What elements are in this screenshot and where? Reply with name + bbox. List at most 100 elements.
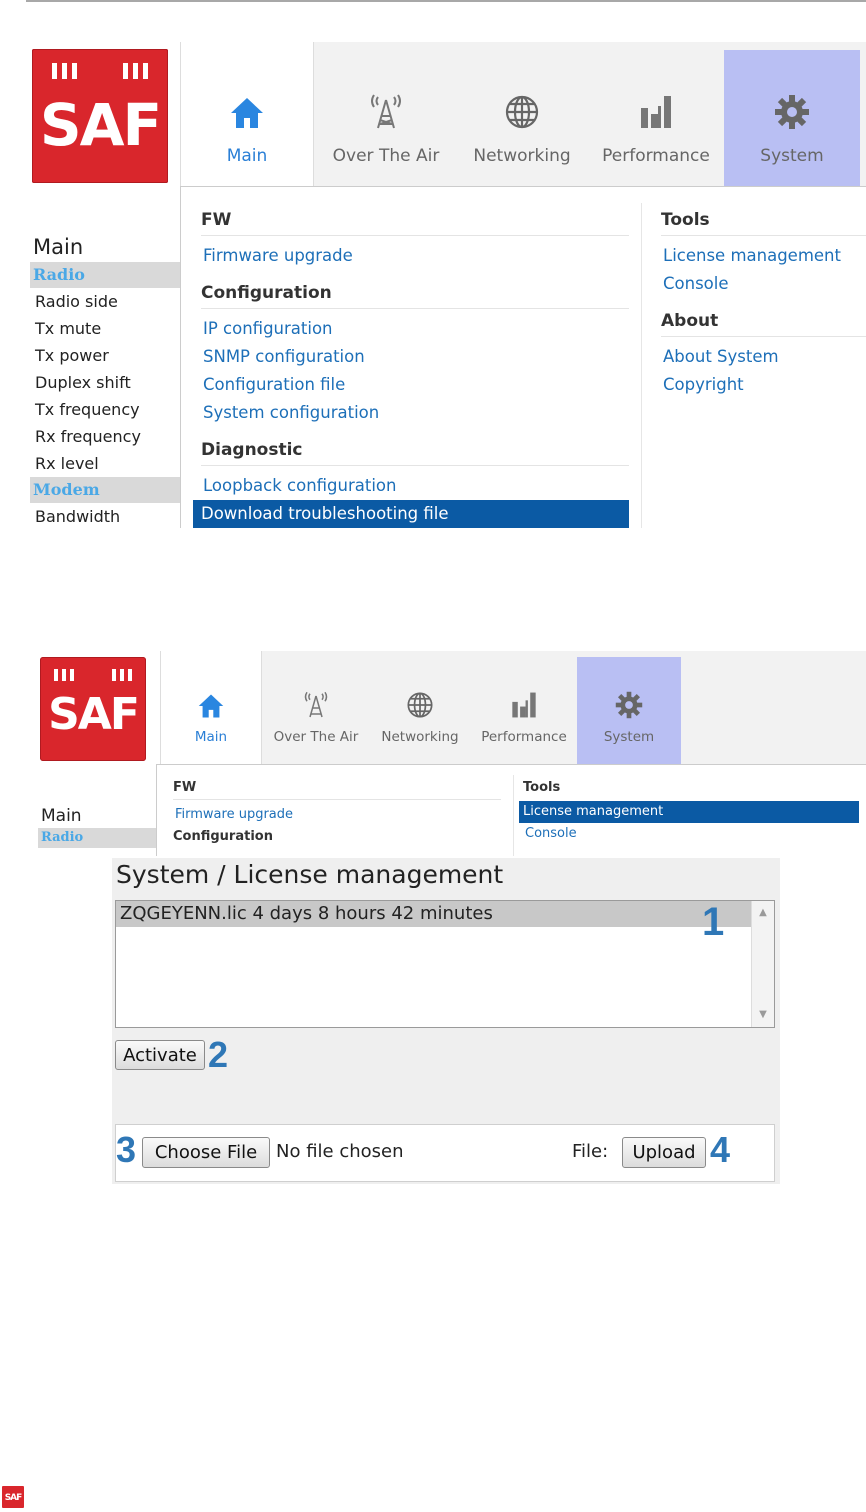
menu-item-system-configuration[interactable]: System configuration: [201, 399, 629, 427]
nav-tab-system[interactable]: System: [724, 50, 860, 186]
sidebar-item-rx-level[interactable]: Rx level: [30, 450, 180, 477]
scroll-down-icon[interactable]: ▼: [752, 1005, 774, 1025]
menu-item-license-management[interactable]: License management: [519, 801, 859, 823]
menu-column-right: Tools License management Console About A…: [661, 205, 866, 399]
sidebar: Main Radio Radio side Tx mute Tx power D…: [30, 232, 180, 528]
logo-bars-left: [52, 63, 77, 79]
sidebar-title: Main: [41, 806, 82, 826]
menu-header-configuration: Configuration: [201, 278, 629, 309]
nav-tab-performance[interactable]: Performance: [588, 94, 724, 186]
menu-divider: [641, 203, 642, 528]
sidebar-item-tx-mute[interactable]: Tx mute: [30, 315, 180, 342]
callout-marker-1: 1: [702, 900, 725, 944]
system-dropdown-menu: FW Firmware upgrade Configuration Tools …: [156, 764, 866, 856]
sidebar: Main Radio: [38, 804, 156, 848]
nav-tab-performance[interactable]: Performance: [476, 691, 572, 764]
license-list-item[interactable]: ZQGEYENN.lic 4 days 8 hours 42 minutes: [116, 901, 752, 927]
no-file-chosen-text: No file chosen: [276, 1141, 404, 1162]
menu-header-configuration: Configuration: [173, 829, 273, 844]
license-management-panel: System / License management ZQGEYENN.lic…: [112, 858, 780, 1184]
logo-bars-right: [112, 669, 132, 681]
nav-tab-label: Main: [194, 729, 228, 745]
sidebar-section-modem[interactable]: Modem: [30, 477, 180, 503]
menu-header-about: About: [661, 306, 866, 337]
nav-tab-label: Performance: [602, 146, 710, 166]
menu-item-firmware-upgrade[interactable]: Firmware upgrade: [201, 242, 629, 270]
sidebar-item-radio-side[interactable]: Radio side: [30, 288, 180, 315]
upload-button[interactable]: Upload: [622, 1137, 706, 1168]
nav-tab-system[interactable]: System: [577, 657, 681, 764]
page-title: System / License management: [116, 860, 504, 889]
gear-icon: [615, 691, 643, 719]
menu-item-copyright[interactable]: Copyright: [661, 371, 866, 399]
callout-marker-2: 2: [208, 1034, 229, 1075]
nav-tab-main[interactable]: Main: [160, 651, 262, 764]
nav-tab-over-the-air[interactable]: Over The Air: [268, 691, 364, 764]
menu-header-tools: Tools: [523, 780, 561, 795]
page-top-rule: [26, 0, 866, 2]
menu-item-console[interactable]: Console: [661, 270, 866, 298]
callout-marker-4: 4: [710, 1129, 731, 1170]
menu-item-license-management[interactable]: License management: [661, 242, 866, 270]
menu-item-download-troubleshooting-file[interactable]: Download troubleshooting file: [193, 500, 629, 528]
upload-form: 3 Choose File No file chosen File: Uploa…: [115, 1124, 775, 1182]
activate-button[interactable]: Activate: [115, 1040, 205, 1070]
menu-header-fw: FW: [201, 205, 629, 236]
saf-logo[interactable]: SAF: [40, 657, 146, 761]
nav-tab-label: Networking: [473, 146, 571, 166]
bar-chart-icon: [641, 96, 671, 128]
screenshot-menu-expanded: SAF Main Over The Air Networking Perform…: [30, 42, 866, 528]
screenshot-license-menu: SAF Main Over The Air Networking Perform…: [32, 651, 866, 856]
nav-tab-label: Over The Air: [273, 729, 359, 745]
menu-column-right: Tools License management Console: [519, 777, 859, 845]
callout-marker-3: 3: [116, 1129, 137, 1170]
menu-column-left: FW Firmware upgrade Configuration: [173, 777, 501, 852]
system-dropdown-menu: FW Firmware upgrade Configuration IP con…: [180, 186, 866, 528]
menu-item-ip-configuration[interactable]: IP configuration: [201, 315, 629, 343]
globe-icon: [407, 692, 433, 718]
logo-text: SAF: [39, 91, 162, 159]
nav-tab-networking[interactable]: Networking: [376, 691, 464, 764]
scroll-up-icon[interactable]: ▲: [752, 903, 774, 923]
nav-tab-main[interactable]: Main: [180, 42, 314, 186]
nav-tab-over-the-air[interactable]: Over The Air: [316, 94, 456, 186]
sidebar-section-radio[interactable]: Radio: [38, 828, 156, 848]
logo-bars-right: [123, 63, 148, 79]
bar-chart-icon: [512, 692, 536, 718]
choose-file-button[interactable]: Choose File: [142, 1137, 270, 1168]
sidebar-item-duplex-shift[interactable]: Duplex shift: [30, 369, 180, 396]
nav-tab-label: Over The Air: [332, 146, 440, 166]
menu-item-loopback-configuration[interactable]: Loopback configuration: [201, 472, 629, 500]
sidebar-item-tx-frequency[interactable]: Tx frequency: [30, 396, 180, 423]
home-icon: [231, 98, 263, 128]
sidebar-section-radio[interactable]: Radio: [30, 262, 180, 288]
menu-column-left: FW Firmware upgrade Configuration IP con…: [193, 205, 629, 528]
antenna-tower-icon: [304, 691, 328, 718]
logo-text: SAF: [48, 689, 140, 740]
listbox-scrollbar[interactable]: ▲ ▼: [751, 901, 774, 1027]
sidebar-item-rx-frequency[interactable]: Rx frequency: [30, 423, 180, 450]
saf-logo[interactable]: SAF: [32, 49, 168, 183]
menu-item-configuration-file[interactable]: Configuration file: [201, 371, 629, 399]
gear-icon: [775, 95, 809, 129]
home-icon: [198, 694, 224, 718]
sidebar-title: Main: [33, 235, 84, 259]
file-label: File:: [572, 1141, 609, 1162]
sidebar-item-bandwidth[interactable]: Bandwidth: [30, 503, 180, 528]
menu-header-diagnostic: Diagnostic: [201, 435, 629, 466]
nav-tab-label: System: [603, 729, 655, 745]
menu-item-about-system[interactable]: About System: [661, 343, 866, 371]
nav-tab-label: Performance: [481, 729, 567, 745]
menu-item-snmp-configuration[interactable]: SNMP configuration: [201, 343, 629, 371]
globe-icon: [505, 95, 539, 129]
sidebar-item-tx-power[interactable]: Tx power: [30, 342, 180, 369]
menu-header-fw: FW: [173, 777, 501, 800]
antenna-tower-icon: [371, 94, 401, 129]
menu-item-firmware-upgrade[interactable]: Firmware upgrade: [173, 804, 501, 826]
menu-item-console[interactable]: Console: [523, 823, 859, 845]
nav-tab-networking[interactable]: Networking: [460, 94, 584, 186]
nav-tab-label: System: [760, 146, 824, 166]
license-listbox[interactable]: ZQGEYENN.lic 4 days 8 hours 42 minutes ▲…: [115, 900, 775, 1028]
menu-header-tools: Tools: [661, 205, 866, 236]
menu-divider: [513, 775, 514, 856]
